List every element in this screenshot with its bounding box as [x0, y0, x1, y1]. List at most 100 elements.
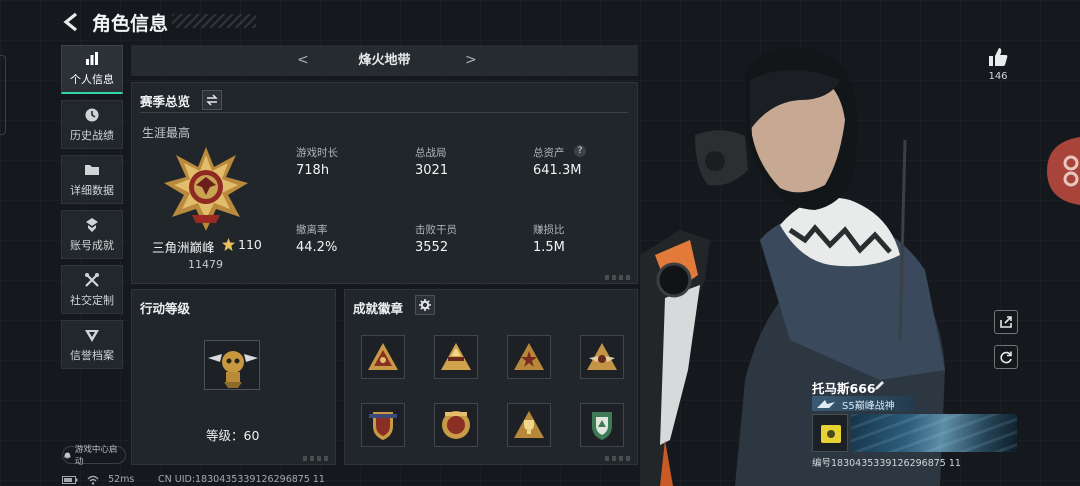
panel-corner-decoration	[303, 456, 331, 461]
sidebar-item-history[interactable]: 历史战绩	[61, 100, 123, 149]
network-status: 52ms	[62, 474, 134, 485]
ping-value: 52ms	[108, 474, 135, 485]
sidebar-item-label: 信誉档案	[70, 348, 114, 362]
skull-emblem-icon	[208, 351, 258, 388]
achievement-badge[interactable]	[580, 335, 624, 379]
mode-next-button[interactable]: >	[465, 45, 477, 76]
sidebar-item-label: 历史战绩	[70, 128, 114, 142]
sidebar-item-credit-record[interactable]: 信誉档案	[61, 320, 123, 369]
star-triangle-medal-icon	[514, 343, 544, 370]
sidebar-item-achievements[interactable]: 账号成就	[61, 210, 123, 259]
back-arrow-icon[interactable]	[62, 12, 80, 32]
player-name: 托马斯666	[812, 381, 876, 396]
stat-value: 3552	[415, 240, 449, 255]
level-text: 等级：60	[206, 428, 260, 443]
mode-name: 烽火地带	[358, 53, 411, 68]
stat-label: 游戏时长	[296, 147, 338, 159]
battery-icon	[62, 475, 78, 484]
share-button[interactable]	[994, 310, 1018, 334]
stat-label: 总战局	[415, 147, 447, 159]
action-level-title: 行动等级	[140, 301, 191, 316]
title-decoration	[172, 14, 256, 28]
bar-chart-icon	[86, 52, 98, 65]
stat-label: 赚损比	[533, 224, 565, 236]
achievement-badge[interactable]	[507, 403, 551, 447]
triangle-medal-icon	[368, 343, 398, 370]
pyramid-medal-icon	[441, 343, 471, 370]
season-overview-title: 赛季总览	[140, 94, 191, 109]
sidebar-item-label: 个人信息	[70, 73, 114, 86]
round-medal-icon	[442, 411, 470, 439]
career-best-label: 生涯最高	[142, 126, 191, 140]
divider	[140, 112, 628, 113]
avatar-emblem-icon	[821, 425, 841, 443]
sidebar-item-detailed-data[interactable]: 详细数据	[61, 155, 123, 204]
panel-corner-decoration	[605, 275, 633, 280]
stat-label: 总资产	[533, 147, 565, 159]
player-avatar[interactable]	[812, 414, 848, 452]
trophy-medal-icon	[514, 411, 544, 438]
cn-uid: CN UID:1830435339126296875 11	[158, 474, 325, 485]
sidebar-item-label: 社交定制	[70, 293, 114, 307]
shield-medal-icon	[369, 412, 397, 440]
share-icon	[1000, 316, 1012, 328]
like-count: 146	[988, 71, 1008, 82]
achievement-badges-panel: 成就徽章	[344, 289, 638, 465]
stat-label: 撤离率	[296, 224, 328, 236]
stat-value: 1.5M	[533, 240, 565, 255]
medal-icon	[86, 217, 98, 232]
title-wing-icon	[817, 400, 835, 408]
shield-icon	[85, 329, 99, 342]
side-emblem-icon[interactable]	[1047, 137, 1080, 205]
mode-selector: 烽火地带 < >	[131, 45, 638, 76]
clock-icon	[85, 108, 99, 121]
winged-medal-icon	[587, 343, 617, 370]
sidebar-item-personal-info[interactable]: 个人信息	[61, 45, 123, 94]
refresh-icon	[1000, 351, 1012, 364]
game-center-launch-button[interactable]: 游戏中心启动	[62, 445, 126, 467]
achievement-badge[interactable]	[580, 403, 624, 447]
sidebar-item-label: 账号成就	[70, 238, 114, 252]
player-uid: 编号1830435339126296875 11	[812, 458, 961, 469]
folder-icon	[85, 164, 99, 175]
rank-emblem-icon	[164, 147, 248, 231]
swap-icon	[206, 94, 218, 106]
bell-icon	[64, 451, 71, 459]
banner-decoration	[851, 414, 1017, 452]
badge-settings-button[interactable]	[415, 295, 435, 315]
achievement-badge[interactable]	[361, 403, 405, 447]
game-center-launch-label: 游戏中心启动	[74, 445, 118, 467]
refresh-button[interactable]	[994, 345, 1018, 369]
stat-value: 3021	[415, 163, 449, 178]
achievement-badge[interactable]	[434, 335, 478, 379]
side-drawer-handle[interactable]	[0, 55, 6, 135]
star-icon	[222, 238, 235, 251]
swap-button[interactable]	[202, 90, 222, 110]
gear-icon	[419, 299, 431, 311]
action-level-panel: 行动等级 等级：60	[131, 289, 336, 465]
sidebar-item-social-custom[interactable]: 社交定制	[61, 265, 123, 314]
rank-name: 三角洲巅峰	[152, 240, 215, 255]
achievement-badge[interactable]	[434, 403, 478, 447]
season-overview-panel: 赛季总览 生涯最高 三角洲巅峰 110 11479 游戏时长 718h 总战局 …	[131, 82, 638, 284]
achievement-badge[interactable]	[361, 335, 405, 379]
stat-value: 641.3M	[533, 163, 582, 178]
stat-value: 718h	[296, 163, 330, 178]
tools-icon	[85, 272, 99, 287]
mode-prev-button[interactable]: <	[297, 45, 309, 76]
achievement-badges-title: 成就徽章	[353, 301, 404, 316]
achievement-badge[interactable]	[507, 335, 551, 379]
thumbs-up-icon[interactable]	[987, 46, 1009, 68]
help-button[interactable]: ?	[574, 145, 586, 157]
player-title: S5巅峰战神	[842, 401, 895, 412]
wifi-icon	[87, 475, 99, 485]
rank-stars-count: 110	[238, 237, 262, 252]
edit-pencil-icon[interactable]	[873, 379, 886, 392]
stat-value: 44.2%	[296, 240, 338, 255]
page-title: 角色信息	[92, 13, 169, 35]
sidebar-item-label: 详细数据	[70, 183, 114, 197]
green-shield-medal-icon	[592, 412, 612, 440]
panel-corner-decoration	[605, 456, 633, 461]
stat-label: 击败干员	[415, 224, 457, 236]
rank-score: 11479	[188, 258, 223, 271]
